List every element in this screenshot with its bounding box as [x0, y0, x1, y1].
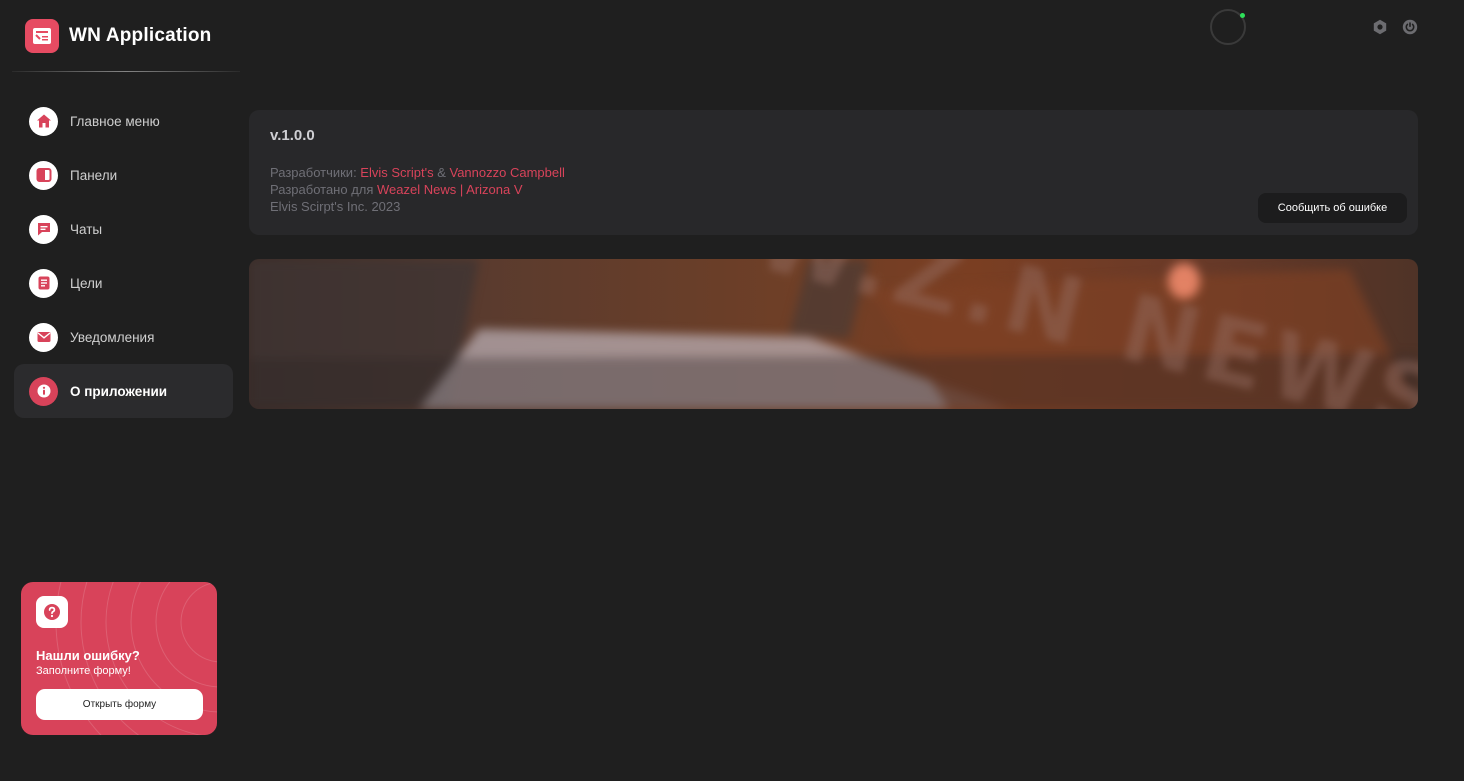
sidebar-item-label: Главное меню [70, 113, 160, 129]
report-bug-button[interactable]: Сообщить об ошибке [1258, 193, 1407, 223]
version-label: v.1.0.0 [270, 127, 315, 144]
weazel-news-banner-image: W.Z.N NEWS [249, 259, 1418, 409]
sidebar-item-panels[interactable]: Панели [14, 148, 233, 202]
chat-icon [29, 214, 58, 244]
brand: WN Application [25, 19, 211, 53]
developed-for-prefix: Разработано для [270, 182, 378, 197]
power-icon[interactable] [1402, 19, 1418, 35]
sidebar-item-about[interactable]: О приложении [14, 364, 233, 418]
app-title: WN Application [69, 25, 212, 46]
sidebar-item-chats[interactable]: Чаты [14, 202, 233, 256]
home-icon [29, 106, 58, 136]
about-card: v.1.0.0 Разработчики: Elvis Script's & V… [249, 110, 1418, 235]
developed-for-target: Weazel News | Arizona V [377, 182, 523, 197]
developed-for-line: Разработано для Weazel News | Arizona V [270, 182, 523, 197]
developers-prefix: Разработчики: [270, 165, 361, 180]
question-icon [36, 596, 68, 628]
help-card: Нашли ошибку? Заполните форму! Открыть ф… [21, 582, 217, 735]
goals-icon [29, 268, 58, 298]
sidebar-item-label: О приложении [70, 383, 168, 399]
panels-icon [29, 160, 58, 190]
open-form-button[interactable]: Открыть форму [36, 689, 203, 720]
newspaper-logo-icon [25, 19, 59, 53]
brand-divider [12, 71, 240, 72]
online-status-dot [1240, 13, 1245, 18]
sidebar-item-label: Уведомления [70, 329, 155, 345]
sidebar-item-main-menu[interactable]: Главное меню [14, 94, 233, 148]
settings-icon[interactable] [1372, 19, 1388, 35]
help-subtitle: Заполните форму! [36, 665, 131, 677]
sidebar-item-label: Цели [70, 275, 103, 291]
copyright-line: Elvis Scirpt's Inc. 2023 [270, 199, 401, 214]
sidebar-item-notifications[interactable]: Уведомления [14, 310, 233, 364]
sidebar-item-label: Панели [70, 167, 118, 183]
sidebar-item-label: Чаты [70, 221, 103, 237]
help-title: Нашли ошибку? [36, 648, 140, 663]
sidebar-item-goals[interactable]: Цели [14, 256, 233, 310]
info-icon [29, 376, 58, 406]
app-root: WN Application Главное меню Панели Чаты [0, 0, 1464, 781]
developer-name: Vannozzo Campbell [449, 165, 565, 180]
sidebar-nav: Главное меню Панели Чаты Цели Уведомлени… [14, 94, 233, 418]
developers-line: Разработчики: Elvis Script's & Vannozzo … [270, 165, 565, 180]
ampersand: & [433, 165, 450, 180]
developer-name: Elvis Script's [360, 165, 434, 180]
mail-icon [29, 322, 58, 352]
